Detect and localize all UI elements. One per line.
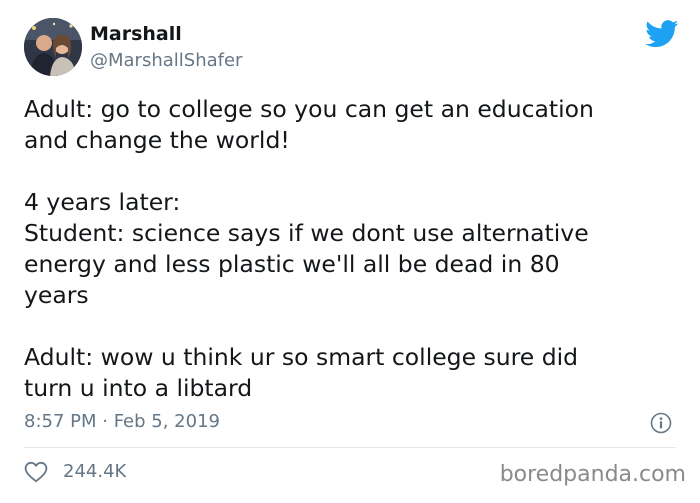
tweet-line: Student: science says if we dont use alt…	[24, 219, 589, 247]
tweet-line: energy and less plastic we'll all be dea…	[24, 250, 560, 278]
divider	[24, 447, 676, 448]
avatar-photo	[24, 18, 82, 76]
twitter-bird-icon[interactable]	[645, 20, 679, 48]
watermark: boredpanda.com	[499, 462, 686, 487]
tweet-line: years	[24, 281, 89, 309]
heart-icon	[24, 461, 48, 483]
info-icon[interactable]	[650, 412, 672, 434]
tweet-paragraph: 4 years later: Student: science says if …	[24, 187, 684, 311]
author-handle[interactable]: @MarshallShafer	[90, 50, 242, 72]
avatar[interactable]	[24, 18, 82, 76]
tweet-text: Adult: go to college so you can get an e…	[24, 94, 684, 404]
tweet-line: and change the world!	[24, 126, 290, 154]
tweet-paragraph: Adult: wow u think ur so smart college s…	[24, 342, 684, 404]
tweet-line: turn u into a libtard	[24, 374, 253, 402]
tweet-line: 4 years later:	[24, 188, 181, 216]
author-name[interactable]: Marshall	[90, 22, 182, 46]
tweet-line: Adult: wow u think ur so smart college s…	[24, 343, 579, 371]
tweet-timestamp[interactable]: 8:57 PM · Feb 5, 2019	[24, 411, 220, 433]
tweet-line: Adult: go to college so you can get an e…	[24, 95, 594, 123]
tweet-card: Marshall @MarshallShafer Adult: go to co…	[0, 0, 700, 503]
like-count: 244.4K	[63, 461, 127, 482]
tweet-paragraph: Adult: go to college so you can get an e…	[24, 94, 684, 156]
like-button[interactable]: 244.4K	[24, 459, 126, 485]
